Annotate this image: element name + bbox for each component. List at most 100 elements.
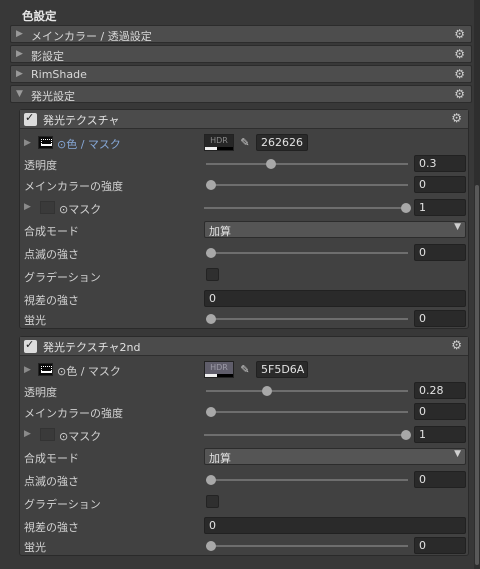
expand-arrow-icon[interactable]: ▶ (24, 429, 31, 439)
foldout-emission[interactable]: ▼ 発光設定 ⚙ (10, 85, 472, 103)
expand-arrow-icon[interactable]: ▶ (24, 202, 31, 212)
opacity-slider-track[interactable] (206, 163, 408, 165)
blink-label: 点滅の強さ (24, 248, 79, 261)
foldout-arrow-icon: ▼ (16, 89, 23, 99)
mask-slider-handle[interactable] (401, 203, 411, 213)
blink-label: 点滅の強さ (24, 475, 79, 488)
fluorescence-slider-handle[interactable] (206, 314, 216, 324)
gear-icon[interactable]: ⚙ (454, 27, 465, 41)
fluorescence-label: 蛍光 (24, 541, 46, 554)
parallax-label: 視差の強さ (24, 521, 79, 534)
opacity-slider-handle[interactable] (266, 159, 276, 169)
mask-slider-track[interactable] (204, 207, 406, 209)
blink-field[interactable]: 0 (414, 244, 466, 261)
opacity-label: 透明度 (24, 386, 57, 399)
opacity-field[interactable]: 0.3 (414, 155, 466, 172)
foldout-label: RimShade (31, 68, 87, 81)
emission-panel-2: 発光テクスチャ2nd ⚙ ▶ ⊙色 / マスク HDR ✎ 5F5D6A 透明度… (19, 336, 469, 556)
fluorescence-field[interactable]: 0 (414, 310, 466, 327)
blink-slider-track[interactable] (206, 479, 408, 481)
blend-mode-dropdown[interactable]: 加算 ▼ (204, 448, 466, 465)
mask-label-text: マスク (68, 203, 102, 216)
fluorescence-slider-track[interactable] (206, 318, 408, 320)
gear-icon[interactable]: ⚙ (451, 338, 462, 352)
foldout-shadow[interactable]: ▶ 影設定 ⚙ (10, 45, 472, 63)
blink-slider-handle[interactable] (206, 248, 216, 258)
main-strength-slider-track[interactable] (206, 184, 408, 186)
gear-icon[interactable]: ⚙ (454, 87, 465, 101)
opacity-slider-track[interactable] (206, 390, 408, 392)
texture-slot-label[interactable]: ⊙色 / マスク (57, 136, 121, 152)
gradation-label: グラデーション (24, 271, 101, 284)
foldout-rimshade[interactable]: ▶ RimShade ⚙ (10, 65, 472, 83)
fluorescence-slider-track[interactable] (206, 545, 408, 547)
texture-label-text: 色 / マスク (66, 365, 121, 378)
texture-thumbnail[interactable] (38, 363, 53, 376)
panel-header: 発光テクスチャ2nd ⚙ (20, 337, 468, 356)
parallax-field[interactable]: 0 (204, 290, 466, 307)
mask-slider-handle[interactable] (401, 430, 411, 440)
mask-texture-thumbnail[interactable] (40, 201, 55, 214)
emission-enable-checkbox[interactable] (24, 111, 37, 126)
foldout-label: メインカラー / 透過設定 (31, 30, 152, 43)
expand-arrow-icon[interactable]: ▶ (24, 365, 31, 375)
chevron-down-icon: ▼ (454, 222, 461, 232)
gradation-checkbox[interactable] (206, 495, 219, 508)
mask-slot-label[interactable]: ⊙マスク (59, 428, 101, 444)
gradation-checkbox[interactable] (206, 268, 219, 281)
opacity-field[interactable]: 0.28 (414, 382, 466, 399)
main-strength-slider-handle[interactable] (206, 407, 216, 417)
opacity-label: 透明度 (24, 159, 57, 172)
alpha-bar-bg (217, 147, 233, 150)
blink-slider-track[interactable] (206, 252, 408, 254)
gear-icon[interactable]: ⚙ (454, 47, 465, 61)
opacity-slider-handle[interactable] (262, 386, 272, 396)
parallax-label: 視差の強さ (24, 294, 79, 307)
mask-field[interactable]: 1 (414, 426, 466, 443)
foldout-arrow-icon: ▶ (16, 69, 23, 79)
main-strength-slider-track[interactable] (206, 411, 408, 413)
foldout-arrow-icon: ▶ (16, 29, 23, 39)
hex-color-field[interactable]: 5F5D6A (256, 361, 308, 378)
hex-color-field[interactable]: 262626 (256, 134, 308, 151)
hdr-label: HDR (205, 362, 233, 374)
blend-mode-label: 合成モード (24, 225, 79, 238)
blend-mode-dropdown[interactable]: 加算 ▼ (204, 221, 466, 238)
panel-header: 発光テクスチャ ⚙ (20, 110, 468, 129)
color-swatch[interactable]: HDR (204, 134, 234, 151)
gear-icon[interactable]: ⚙ (454, 67, 465, 81)
mask-field[interactable]: 1 (414, 199, 466, 216)
mask-slider-track[interactable] (204, 434, 406, 436)
main-strength-slider-handle[interactable] (206, 180, 216, 190)
scrollbar-thumb[interactable] (475, 185, 479, 565)
color-swatch[interactable]: HDR (204, 361, 234, 378)
mask-texture-thumbnail[interactable] (40, 428, 55, 441)
foldout-label: 発光設定 (31, 90, 75, 103)
fluorescence-field[interactable]: 0 (414, 537, 466, 554)
blend-mode-value: 加算 (209, 452, 231, 465)
chevron-down-icon: ▼ (454, 449, 461, 459)
blink-slider-handle[interactable] (206, 475, 216, 485)
eyedropper-icon[interactable]: ✎ (237, 361, 253, 378)
main-strength-field[interactable]: 0 (414, 176, 466, 193)
panel-title: 発光テクスチャ2nd (43, 341, 141, 354)
texture-label-text: 色 / マスク (66, 138, 121, 151)
panel-title: 発光テクスチャ (43, 114, 120, 127)
emission-panel-1: 発光テクスチャ ⚙ ▶ ⊙色 / マスク HDR ✎ 262626 透明度 0.… (19, 109, 469, 329)
parallax-field[interactable]: 0 (204, 517, 466, 534)
gear-icon[interactable]: ⚙ (451, 111, 462, 125)
texture-slot-label[interactable]: ⊙色 / マスク (57, 363, 121, 379)
foldout-label: 影設定 (31, 50, 64, 63)
blend-mode-value: 加算 (209, 225, 231, 238)
main-strength-label: メインカラーの強度 (24, 407, 123, 420)
main-strength-field[interactable]: 0 (414, 403, 466, 420)
blink-field[interactable]: 0 (414, 471, 466, 488)
eyedropper-icon[interactable]: ✎ (237, 134, 253, 151)
texture-thumbnail[interactable] (38, 136, 53, 149)
expand-arrow-icon[interactable]: ▶ (24, 138, 31, 148)
alpha-bar-bg (217, 374, 233, 377)
foldout-main-color[interactable]: ▶ メインカラー / 透過設定 ⚙ (10, 25, 472, 43)
fluorescence-slider-handle[interactable] (206, 541, 216, 551)
emission-2nd-enable-checkbox[interactable] (24, 338, 37, 353)
mask-slot-label[interactable]: ⊙マスク (59, 201, 101, 217)
